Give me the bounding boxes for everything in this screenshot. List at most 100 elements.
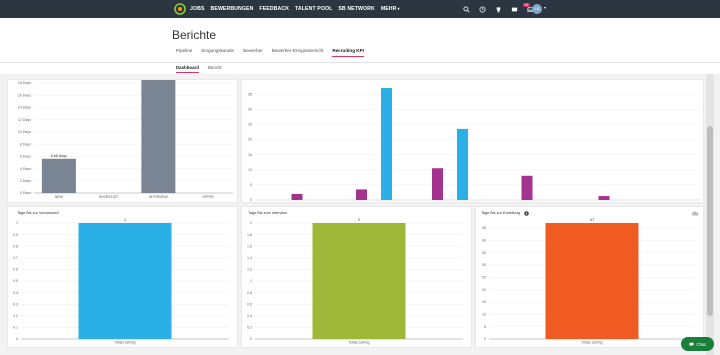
message-icon[interactable]: [511, 6, 518, 13]
chevron-down-icon: ▾: [397, 6, 400, 11]
data-label: 47: [590, 218, 594, 222]
sub-tabs: Dashboard Bericht: [176, 65, 222, 73]
y-tick-label: 45: [482, 226, 486, 230]
y-tick-label: 0.3: [13, 302, 18, 306]
y-tick-label: 0: [16, 337, 18, 341]
y-tick-label: 10: [248, 168, 252, 172]
subtab-bericht[interactable]: Bericht: [208, 65, 222, 73]
y-tick-label: 0.8: [247, 291, 252, 295]
y-tick-label: 0.2: [247, 326, 252, 330]
y-tick-label: 0.4: [13, 291, 18, 295]
y-tick-label: 0 Days: [20, 191, 31, 195]
y-tick-label: 14 Days: [18, 106, 31, 110]
data-label: 1: [124, 218, 126, 222]
y-tick-label: 2 Days: [20, 179, 31, 183]
clock-icon[interactable]: [479, 6, 486, 13]
y-tick-label: 35: [482, 251, 486, 255]
y-tick-label: 30: [248, 107, 252, 111]
chart-title: Tage Bis zum Interview: [248, 211, 288, 215]
y-tick-label: 0: [250, 337, 252, 341]
cloud-icon[interactable]: [691, 211, 699, 216]
search-icon[interactable]: [463, 5, 470, 13]
chart-title: Tage Bis zur Erstellung: [481, 211, 520, 215]
trophy-icon[interactable]: [495, 6, 502, 13]
x-tick-label: NEW: [55, 195, 64, 199]
nav-bewerbungen[interactable]: BEWERBUNGEN: [211, 6, 254, 12]
tab-bewerber-ereignisbericht[interactable]: Bewerber-Ereignisbericht: [272, 48, 324, 57]
y-tick-label: 5: [484, 325, 486, 329]
nav-jobs[interactable]: JOBS: [190, 6, 205, 12]
y-tick-label: 20: [248, 138, 252, 142]
y-tick-label: 25: [248, 123, 252, 127]
tab-recruiting-kpi[interactable]: Recruiting KPI: [332, 48, 364, 57]
scrollbar-thumb[interactable]: [707, 126, 713, 316]
y-tick-label: 30: [482, 263, 486, 267]
y-tick-label: 0: [250, 198, 252, 202]
y-tick-label: 1.6: [247, 244, 252, 248]
bar: [312, 223, 406, 339]
x-tick-label: OFFER: [202, 195, 214, 199]
y-tick-label: 18 Days: [18, 81, 31, 85]
chart-card-interview: Tage Bis zum Interview 0 0.2 0.4 0.6 0.8 1 1.2…: [241, 206, 472, 348]
nav-mehr[interactable]: MEHR▾: [381, 6, 400, 12]
chart-card-events: 0 5 10 15 20 25 30 35: [241, 79, 704, 203]
chart-card-erstellung: Tage Bis zur Erstellung 0 5 10 15 20 25 30 35 40…: [475, 206, 704, 348]
tab-eingangskanale[interactable]: Eingangskanale: [201, 48, 234, 57]
chat-button[interactable]: Chat: [681, 337, 714, 351]
x-tick-label: SHORTLIST: [99, 195, 118, 199]
interview-chart: 0 0.2 0.4 0.6 0.8 1 1.2 1.4 1.6 1.8 2 2 Tobias Lahri…: [247, 218, 463, 345]
nav-mehr-label: MEHR: [380, 6, 397, 12]
x-tick-label: INTERVIEW: [149, 195, 169, 199]
tab-pipeline[interactable]: Pipeline: [176, 48, 192, 57]
bar: [356, 189, 367, 200]
bar: [291, 193, 303, 200]
chart-card-vorauswahl: Tage Bis zur Vorauswahl 0 0.1 0.2 0.3 0.4 0.5…: [7, 206, 238, 348]
y-tick-label: 0.1: [13, 326, 18, 330]
y-tick-label: 20: [482, 288, 486, 292]
y-tick-label: 40: [482, 238, 486, 242]
bar: [598, 196, 610, 200]
bar: [432, 168, 443, 200]
tab-bewerber[interactable]: Bewerber: [243, 48, 263, 57]
y-tick-label: 1: [16, 221, 18, 225]
nav-sb-network[interactable]: SB NETWORK: [338, 6, 374, 12]
chat-label: Chat: [696, 341, 706, 347]
x-tick-label: Tobias Lahring: [349, 341, 370, 345]
y-tick-label: 15: [248, 153, 252, 157]
nav-talent-pool[interactable]: TALENT POOL: [295, 6, 332, 12]
y-tick-label: 0.4: [247, 314, 252, 318]
bar: [78, 223, 172, 339]
vorauswahl-chart: 0 0.1 0.2 0.3 0.4 0.5 0.6 0.7 0.8 0.9 1 1 Tobias Lah…: [13, 218, 229, 345]
bar: [141, 80, 176, 193]
y-tick-label: 0.5: [13, 279, 18, 283]
chevron-down-icon[interactable]: ▾: [544, 5, 546, 10]
erstellung-chart: 0 5 10 15 20 25 30 35 40 45 47 Tobias Lahring: [482, 218, 695, 345]
events-chart: 0 5 10 15 20 25 30 35: [248, 88, 700, 202]
y-tick-label: 4 Days: [20, 167, 31, 171]
y-tick-label: 0.9: [13, 233, 18, 237]
y-tick-label: 1.4: [247, 256, 252, 260]
y-tick-label: 10 Days: [18, 130, 31, 134]
y-tick-label: 0.2: [13, 314, 18, 318]
bar: [545, 223, 639, 339]
info-icon[interactable]: [524, 211, 529, 216]
app-logo[interactable]: [174, 3, 186, 15]
y-tick-label: 0.6: [247, 302, 252, 306]
y-tick-label: 5: [250, 183, 252, 187]
subtab-dashboard[interactable]: Dashboard: [176, 65, 199, 73]
y-tick-label: 35: [248, 92, 252, 96]
y-tick-label: 15: [482, 300, 486, 304]
y-tick-label: 2: [250, 221, 252, 225]
avatar[interactable]: LB: [532, 4, 542, 14]
subtab-bar: [0, 62, 720, 74]
y-tick-label: 1: [250, 279, 252, 283]
x-tick-label: Tobias Lahring: [582, 341, 603, 345]
y-tick-label: 10: [482, 313, 486, 317]
nav-feedback[interactable]: FEEDBACK: [259, 6, 289, 12]
y-tick-label: 0.7: [13, 256, 18, 260]
y-tick-label: 0.6: [13, 268, 18, 272]
bar: [521, 175, 533, 200]
stage-duration-chart: 0 Days 2 Days 4 Days 6 Days 8 Days 10 Days 12 …: [18, 80, 233, 199]
data-label: 5.66 Days: [51, 154, 67, 158]
y-tick-label: 1.8: [247, 233, 252, 237]
